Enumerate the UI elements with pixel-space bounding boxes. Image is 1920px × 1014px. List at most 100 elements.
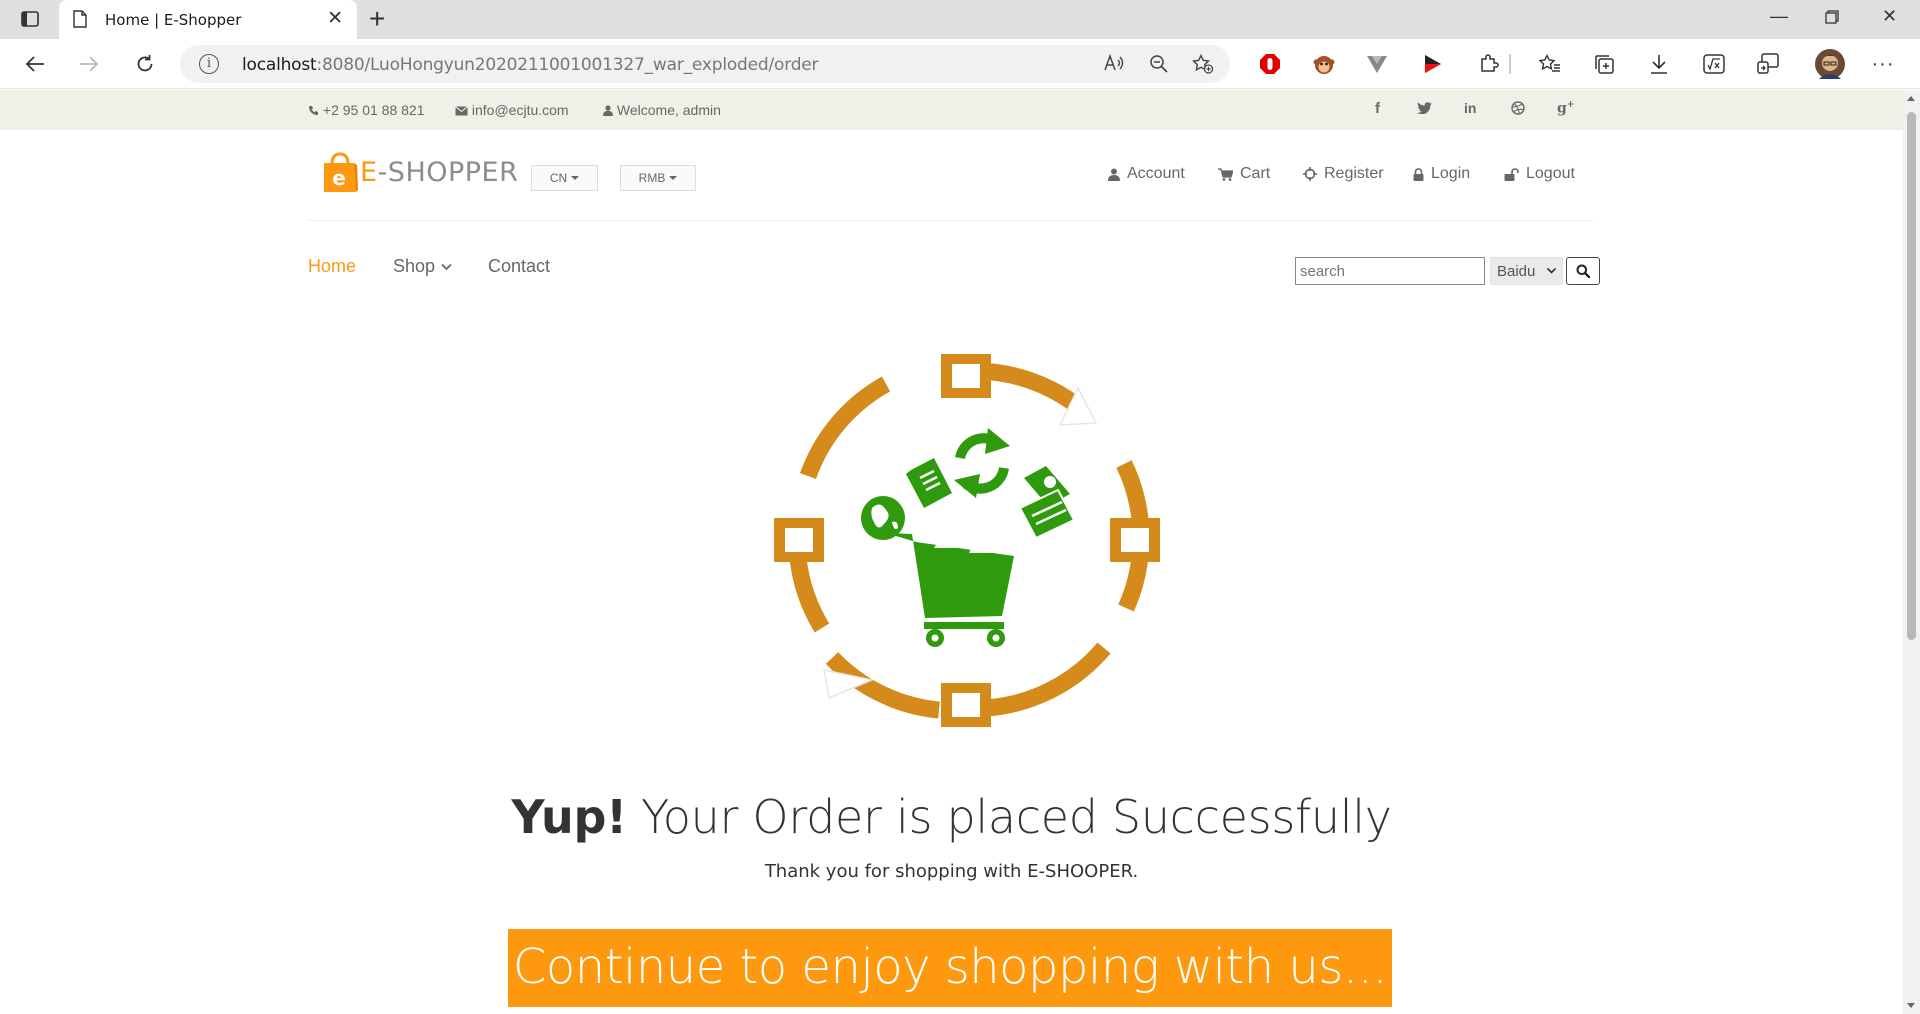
profile-avatar[interactable] <box>1814 48 1846 80</box>
page-icon <box>73 10 87 33</box>
settings-more-icon[interactable]: ··· <box>1870 51 1896 77</box>
order-success-illustration <box>774 354 1160 727</box>
shopping-cart-icon <box>886 528 1014 647</box>
page-scrollbar[interactable] <box>1903 90 1920 1014</box>
logo-rest: -SHOPPER <box>377 156 519 188</box>
url-text: localhost:8080/LuoHongyun202021100100132… <box>242 55 819 75</box>
header-divider <box>307 220 1593 221</box>
adblock-extension-icon[interactable] <box>1257 51 1283 77</box>
new-tab-icon[interactable]: + <box>369 5 385 33</box>
search-button[interactable] <box>1566 257 1600 285</box>
site-info-icon[interactable]: i <box>199 54 219 74</box>
monkey-extension-icon[interactable] <box>1311 51 1337 77</box>
search-icon <box>1576 264 1590 278</box>
email-text: info@ecjtu.com <box>471 102 569 118</box>
crosshairs-icon <box>1303 167 1317 181</box>
zoom-out-icon[interactable] <box>1149 54 1169 79</box>
browser-tab-bar: Home | E-Shopper ✕ + — ✕ <box>0 0 1920 39</box>
register-link[interactable]: Register <box>1303 165 1384 183</box>
language-label: CN <box>549 171 568 185</box>
nav-shop[interactable]: Shop <box>393 256 452 277</box>
facebook-icon[interactable]: f <box>1375 100 1380 117</box>
toolbar-divider <box>1509 54 1511 74</box>
headline-yup: Yup! <box>511 790 627 844</box>
active-tab[interactable]: Home | E-Shopper ✕ <box>59 0 357 39</box>
search-input[interactable] <box>1295 257 1485 285</box>
tab-title: Home | E-Shopper <box>105 11 242 29</box>
scrollbar-thumb[interactable] <box>1907 112 1916 640</box>
unlock-icon <box>1504 167 1519 181</box>
order-cycle-ring <box>774 354 1160 727</box>
back-icon[interactable] <box>21 50 49 78</box>
scroll-up-icon[interactable] <box>1907 96 1915 101</box>
page-viewport: +2 95 01 88 821 info@ecjtu.com Welcome, … <box>0 90 1920 1014</box>
collections-icon[interactable] <box>1591 51 1617 77</box>
extensions-icon[interactable] <box>1476 51 1502 77</box>
url-host: localhost <box>242 55 317 75</box>
refresh-cycle-icon <box>954 428 1010 498</box>
minimize-icon[interactable]: — <box>1770 6 1788 27</box>
caret-down-icon <box>669 176 678 180</box>
order-success-headline: Yup! Your Order is placed Successfully <box>0 790 1903 844</box>
nav-contact[interactable]: Contact <box>488 256 550 277</box>
welcome-text: Welcome, admin <box>616 102 721 118</box>
chevron-down-icon <box>1546 267 1557 274</box>
google-plus-icon[interactable]: g+ <box>1557 100 1574 117</box>
scroll-down-icon[interactable] <box>1907 1003 1915 1008</box>
email-contact: info@ecjtu.com <box>455 102 569 118</box>
site-logo[interactable]: e E-SHOPPER <box>322 151 518 193</box>
thank-you-text: Thank you for shopping with E-SHOOPER. <box>764 861 1139 882</box>
register-label: Register <box>1324 165 1384 182</box>
login-link[interactable]: Login <box>1413 165 1470 183</box>
logout-label: Logout <box>1526 165 1575 182</box>
svg-text:e: e <box>332 166 346 190</box>
downloads-icon[interactable] <box>1646 51 1672 77</box>
login-label: Login <box>1431 165 1471 182</box>
address-bar: i localhost:8080/LuoHongyun2020211001001… <box>0 39 1920 89</box>
credit-card-icon <box>1018 466 1076 540</box>
caret-down-icon <box>571 176 580 180</box>
refresh-icon[interactable] <box>131 50 159 78</box>
welcome-user: Welcome, admin <box>603 102 721 118</box>
currency-label: RMB <box>638 171 666 185</box>
screen-share-icon[interactable] <box>1755 51 1781 77</box>
nav-home[interactable]: Home <box>308 256 356 277</box>
forward-icon[interactable] <box>75 50 103 78</box>
envelope-icon <box>455 106 468 116</box>
document-icon <box>906 458 952 508</box>
continue-shopping-button[interactable]: Continue to enjoy shopping with us... <box>508 929 1392 1007</box>
user-icon <box>603 105 613 116</box>
language-dropdown[interactable]: CN <box>531 165 598 191</box>
twitter-icon[interactable] <box>1417 101 1432 118</box>
top-contact-bar: +2 95 01 88 821 info@ecjtu.com Welcome, … <box>0 90 1903 130</box>
add-favorite-icon[interactable] <box>1191 53 1214 79</box>
account-link[interactable]: Account <box>1108 165 1185 183</box>
cart-link[interactable]: Cart <box>1218 165 1270 183</box>
phone-contact: +2 95 01 88 821 <box>308 102 425 118</box>
dribbble-icon[interactable] <box>1511 101 1525 119</box>
logout-link[interactable]: Logout <box>1504 165 1575 183</box>
phone-text: +2 95 01 88 821 <box>322 102 425 118</box>
user-icon <box>1108 168 1120 181</box>
phone-icon <box>308 106 318 116</box>
cart-icon <box>1218 167 1233 181</box>
globe-icon <box>861 496 905 540</box>
tab-actions-icon[interactable] <box>20 9 40 29</box>
search-engine-select[interactable]: Baidu <box>1490 257 1563 285</box>
account-label: Account <box>1127 165 1185 182</box>
read-aloud-icon[interactable] <box>1104 53 1124 77</box>
close-window-icon[interactable]: ✕ <box>1882 6 1897 27</box>
headline-text: Your Order is placed Successfully <box>626 790 1392 844</box>
math-solver-icon[interactable] <box>1701 51 1727 77</box>
vue-devtools-icon[interactable] <box>1364 51 1390 77</box>
linkedin-icon[interactable]: in <box>1464 100 1476 116</box>
shopping-bag-logo-icon: e <box>322 151 358 193</box>
url-field[interactable]: i localhost:8080/LuoHongyun2020211001001… <box>180 45 1230 83</box>
media-extension-icon[interactable] <box>1420 51 1446 77</box>
logo-wordmark: E-SHOPPER <box>360 157 518 188</box>
cart-label: Cart <box>1240 165 1271 182</box>
close-tab-icon[interactable]: ✕ <box>327 9 343 28</box>
currency-dropdown[interactable]: RMB <box>620 165 696 191</box>
restore-icon[interactable] <box>1825 8 1839 29</box>
favorites-icon[interactable] <box>1537 51 1563 77</box>
